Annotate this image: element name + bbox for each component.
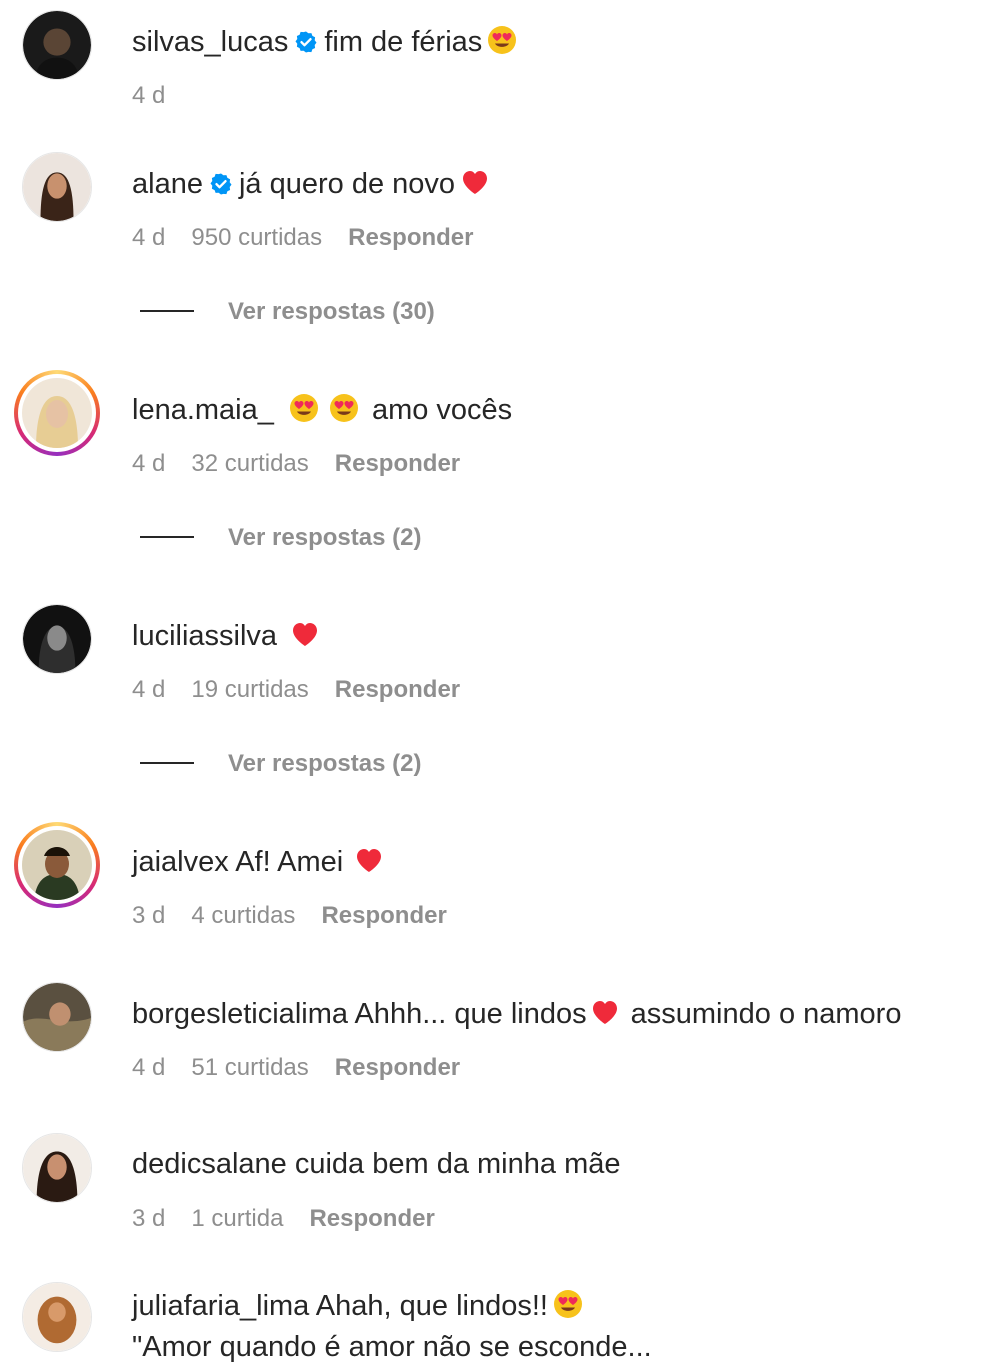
heart-eyes-emoji-icon xyxy=(328,392,360,424)
comment-username[interactable]: luciliassilva xyxy=(132,620,277,652)
comment-text: Ahhh... que lindos xyxy=(354,998,587,1030)
comment-time[interactable]: 4 d xyxy=(132,676,165,703)
comment-likes[interactable]: 1 curtida xyxy=(191,1205,283,1232)
avatar[interactable] xyxy=(22,982,92,1052)
view-replies-label: Ver respostas (30) xyxy=(228,298,435,325)
verified-badge-icon xyxy=(209,172,233,196)
comment-text: já quero de novo xyxy=(238,168,456,200)
avatar-story-ring[interactable] xyxy=(14,822,100,908)
comment-username[interactable]: silvas_lucas xyxy=(132,26,288,58)
reply-button[interactable]: Responder xyxy=(348,224,473,251)
heart-eyes-emoji-icon xyxy=(486,24,518,56)
reply-button[interactable]: Responder xyxy=(335,676,460,703)
heart-eyes-emoji-icon xyxy=(552,1288,584,1320)
replies-divider xyxy=(140,762,194,764)
red-heart-emoji-icon xyxy=(589,996,621,1028)
comment-meta: 4 d 32 curtidas Responder xyxy=(132,450,486,478)
comment-text: fim de férias xyxy=(324,26,483,58)
comment-username[interactable]: jaialvex xyxy=(132,846,229,878)
comment-time[interactable]: 3 d xyxy=(132,902,165,929)
comment-meta: 3 d 4 curtidas Responder xyxy=(132,902,473,930)
view-replies-button[interactable]: Ver respostas (30) xyxy=(140,298,435,326)
reply-button[interactable]: Responder xyxy=(321,902,446,929)
red-heart-emoji-icon xyxy=(289,618,321,650)
comment-meta: 4 d 51 curtidas Responder xyxy=(132,1054,486,1082)
comment-text: cuida bem da minha mãe xyxy=(294,1148,621,1180)
comment-username[interactable]: juliafaria_lima xyxy=(132,1290,309,1322)
view-replies-button[interactable]: Ver respostas (2) xyxy=(140,524,421,552)
comment-username[interactable]: lena.maia_ xyxy=(132,394,274,426)
comment-meta: 4 d xyxy=(132,82,191,110)
comment-text-continued: assumindo o namoro xyxy=(630,998,902,1030)
replies-divider xyxy=(140,310,194,312)
comment-time[interactable]: 4 d xyxy=(132,224,165,251)
red-heart-emoji-icon xyxy=(459,166,491,198)
view-replies-label: Ver respostas (2) xyxy=(228,750,422,777)
comment-meta: 4 d 19 curtidas Responder xyxy=(132,676,486,704)
comment-likes[interactable]: 51 curtidas xyxy=(191,1054,308,1081)
avatar[interactable] xyxy=(22,1133,92,1203)
comment-username[interactable]: alane xyxy=(132,168,203,200)
avatar[interactable] xyxy=(22,10,92,80)
comment-username[interactable]: borgesleticialima xyxy=(132,998,348,1030)
comment-time[interactable]: 4 d xyxy=(132,450,165,477)
view-replies-button[interactable]: Ver respostas (2) xyxy=(140,750,421,778)
comment-text: Ahah, que lindos!! xyxy=(315,1290,548,1322)
replies-divider xyxy=(140,536,194,538)
avatar[interactable] xyxy=(22,1282,92,1352)
comment-time[interactable]: 3 d xyxy=(132,1205,165,1232)
verified-badge-icon xyxy=(294,30,318,54)
heart-eyes-emoji-icon xyxy=(288,392,320,424)
comment-meta: 4 d 950 curtidas Responder xyxy=(132,224,499,252)
reply-button[interactable]: Responder xyxy=(335,1054,460,1081)
comment-meta: 3 d 1 curtida Responder xyxy=(132,1205,461,1233)
comment-time[interactable]: 4 d xyxy=(132,82,165,109)
comment-likes[interactable]: 32 curtidas xyxy=(191,450,308,477)
comment-text: amo vocês xyxy=(371,394,513,426)
avatar-story-ring[interactable] xyxy=(14,370,100,456)
comment-time[interactable]: 4 d xyxy=(132,1054,165,1081)
comment-text-line2: "Amor quando é amor não se esconde... xyxy=(132,1331,652,1363)
comment-likes[interactable]: 4 curtidas xyxy=(191,902,295,929)
view-replies-label: Ver respostas (2) xyxy=(228,524,422,551)
reply-button[interactable]: Responder xyxy=(335,450,460,477)
avatar[interactable] xyxy=(22,152,92,222)
comment-username[interactable]: dedicsalane xyxy=(132,1148,287,1180)
avatar[interactable] xyxy=(22,604,92,674)
comment-likes[interactable]: 19 curtidas xyxy=(191,676,308,703)
comment-likes[interactable]: 950 curtidas xyxy=(191,224,322,251)
red-heart-emoji-icon xyxy=(353,844,385,876)
comment-text: Af! Amei xyxy=(235,846,344,878)
reply-button[interactable]: Responder xyxy=(309,1205,434,1232)
